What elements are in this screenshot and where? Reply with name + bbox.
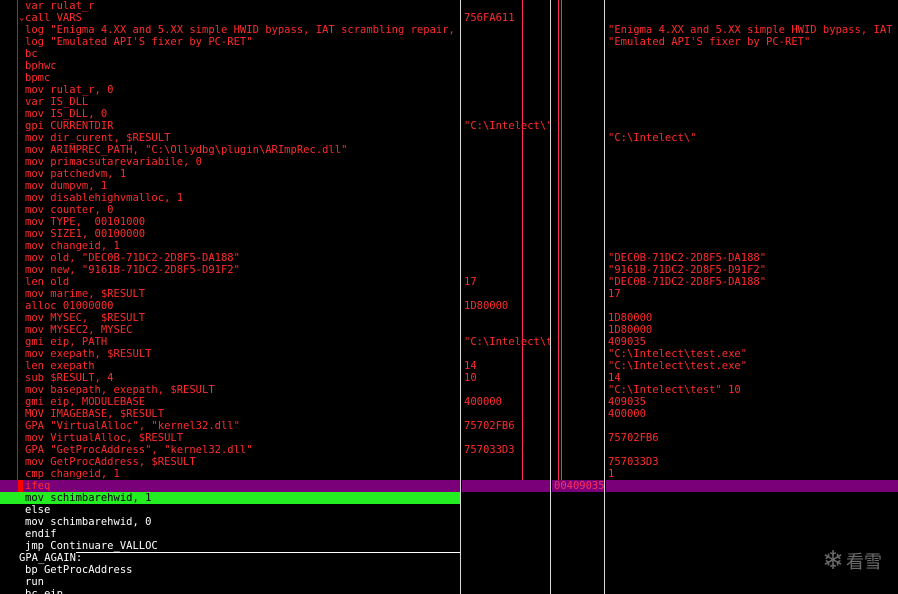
script-line[interactable]: ifeq — [0, 480, 460, 492]
script-line[interactable]: GPA "GetProcAddress", "kernel32.dll" — [0, 444, 460, 456]
comment-cell: 17 — [608, 288, 621, 300]
script-line[interactable]: gmi eip, MODULEBASE — [0, 396, 460, 408]
comment-cell: 757033D3 — [608, 456, 659, 468]
current-line-highlight — [606, 480, 898, 492]
value-cell: 1D80000 — [464, 300, 509, 312]
comment-cell: 1 — [608, 468, 615, 480]
value-cell: 10 — [464, 372, 477, 384]
script-line[interactable]: bc eip — [0, 588, 460, 594]
script-line[interactable]: GPA_AGAIN: — [0, 552, 460, 564]
comment-cell: "DEC0B-71DC2-2D8F5-DA188" — [608, 276, 767, 288]
script-line[interactable]: mov MYSEC2, MYSEC — [0, 324, 460, 336]
script-line[interactable]: mov old, "DEC0B-71DC2-2D8F5-DA188" — [0, 252, 460, 264]
column-divider[interactable] — [604, 0, 605, 594]
script-line[interactable]: mov VirtualAlloc, $RESULT — [0, 432, 460, 444]
script-line[interactable]: MOV IMAGEBASE, $RESULT — [0, 408, 460, 420]
script-line[interactable]: mov dumpvm, 1 — [0, 180, 460, 192]
script-line[interactable]: len exepath — [0, 360, 460, 372]
comment-cell: 409035 — [608, 396, 646, 408]
watermark-text: 看雪 — [846, 552, 882, 573]
script-line[interactable]: bphwc — [0, 60, 460, 72]
current-line-highlight — [462, 480, 550, 492]
script-line[interactable]: mov changeid, 1 — [0, 240, 460, 252]
address-pane[interactable]: 00409035 — [552, 0, 604, 594]
editor-cursor-underline — [76, 552, 460, 553]
script-line[interactable]: mov rulat_r, 0 — [0, 84, 460, 96]
script-line[interactable]: bpmc — [0, 72, 460, 84]
comment-cell: "C:\Intelect\" — [608, 132, 697, 144]
comment-cell: "DEC0B-71DC2-2D8F5-DA188" — [608, 252, 767, 264]
script-line[interactable]: mov schimbarehwid, 1 — [0, 492, 460, 504]
value-cell: "C:\Intelect\" — [464, 120, 550, 132]
value-cell: 17 — [464, 276, 477, 288]
comment-cell: "Emulated API'S fixer by PC-RET" — [608, 36, 811, 48]
script-line[interactable]: mov GetProcAddress, $RESULT — [0, 456, 460, 468]
script-line[interactable]: log "Enigma 4.XX and 5.XX simple HWID by… — [0, 24, 460, 36]
script-line[interactable]: bc — [0, 48, 460, 60]
script-line[interactable]: mov primacsutarevariabile, 0 — [0, 156, 460, 168]
script-line[interactable]: mov TYPE, 00101000 — [0, 216, 460, 228]
script-line[interactable]: endif — [0, 528, 460, 540]
comment-cell: 1D80000 — [608, 324, 653, 336]
comment-cell: "9161B-71DC2-2D8F5-D91F2" — [608, 264, 767, 276]
script-line[interactable]: gpi CURRENTDIR — [0, 120, 460, 132]
script-line[interactable]: sub $RESULT, 4 — [0, 372, 460, 384]
comment-cell: "C:\Intelect\test" 10 — [608, 384, 741, 396]
script-line[interactable]: else — [0, 504, 460, 516]
script-line[interactable]: mov counter, 0 — [0, 204, 460, 216]
watermark: ❄ 看雪 — [822, 546, 882, 576]
script-line[interactable]: mov MYSEC, $RESULT — [0, 312, 460, 324]
comment-cell: "C:\Intelect\test.exe" — [608, 348, 748, 360]
script-line[interactable]: log "Emulated API'S fixer by PC-RET" — [0, 36, 460, 48]
script-line[interactable]: mov IS_DLL, 0 — [0, 108, 460, 120]
script-line[interactable]: mov ARIMPREC_PATH, "C:\Ollydbg\plugin\AR… — [0, 144, 460, 156]
comment-cell: 400000 — [608, 408, 646, 420]
script-line[interactable]: len old — [0, 276, 460, 288]
script-line[interactable]: cmp changeid, 1 — [0, 468, 460, 480]
script-code-pane[interactable]: ⌄ var rulat_r call VARS log "Enigma 4.XX a… — [0, 0, 460, 594]
value-cell: 756FA611 — [464, 12, 515, 24]
script-line[interactable]: mov disablehighvmalloc, 1 — [0, 192, 460, 204]
column-marker — [522, 0, 523, 490]
script-line[interactable]: var IS_DLL — [0, 96, 460, 108]
comment-pane[interactable]: "Enigma 4.XX and 5.XX simple HWID bypass… — [606, 0, 898, 594]
value-pane[interactable]: 756FA611 "C:\Intelect\" 17 1D80000 "C:\Intel… — [462, 0, 550, 594]
script-line[interactable]: var rulat_r — [0, 0, 460, 12]
address-cell: 00409035 — [554, 480, 604, 492]
script-line[interactable]: mov dir_curent, $RESULT — [0, 132, 460, 144]
value-cell: "C:\Intelect\te — [464, 336, 550, 348]
script-line[interactable]: mov patchedvm, 1 — [0, 168, 460, 180]
column-divider[interactable] — [550, 0, 551, 594]
snowflake-icon: ❄ — [822, 546, 844, 576]
value-cell: 14 — [464, 360, 477, 372]
value-cell: 75702FB6 — [464, 420, 515, 432]
comment-cell: "Enigma 4.XX and 5.XX simple HWID bypass… — [608, 24, 898, 36]
value-cell: 757033D3 — [464, 444, 515, 456]
script-line[interactable]: gmi eip, PATH — [0, 336, 460, 348]
script-line[interactable]: mov marime, $RESULT — [0, 288, 460, 300]
script-line[interactable]: mov schimbarehwid, 0 — [0, 516, 460, 528]
value-cell: 400000 — [464, 396, 502, 408]
script-line[interactable]: run — [0, 576, 460, 588]
breakpoint-marker-icon[interactable] — [18, 480, 23, 492]
comment-cell: 409035 — [608, 336, 646, 348]
script-line[interactable]: alloc 01000000 — [0, 300, 460, 312]
script-line[interactable]: mov new, "9161B-71DC2-2D8F5-D91F2" — [0, 264, 460, 276]
script-line[interactable]: jmp Continuare_VALLOC — [0, 540, 460, 552]
script-line[interactable]: mov exepath, $RESULT — [0, 348, 460, 360]
script-line[interactable]: GPA "VirtualAlloc", "kernel32.dll" — [0, 420, 460, 432]
comment-cell: 75702FB6 — [608, 432, 659, 444]
comment-cell: 1D80000 — [608, 312, 653, 324]
column-divider[interactable] — [460, 0, 461, 594]
comment-cell: 14 — [608, 372, 621, 384]
script-line[interactable]: bp GetProcAddress — [0, 564, 460, 576]
script-line[interactable]: call VARS — [0, 12, 460, 24]
script-line[interactable]: mov basepath, exepath, $RESULT — [0, 384, 460, 396]
script-line[interactable]: mov SIZE1, 00100000 — [0, 228, 460, 240]
comment-cell: "C:\Intelect\test.exe" — [608, 360, 748, 372]
